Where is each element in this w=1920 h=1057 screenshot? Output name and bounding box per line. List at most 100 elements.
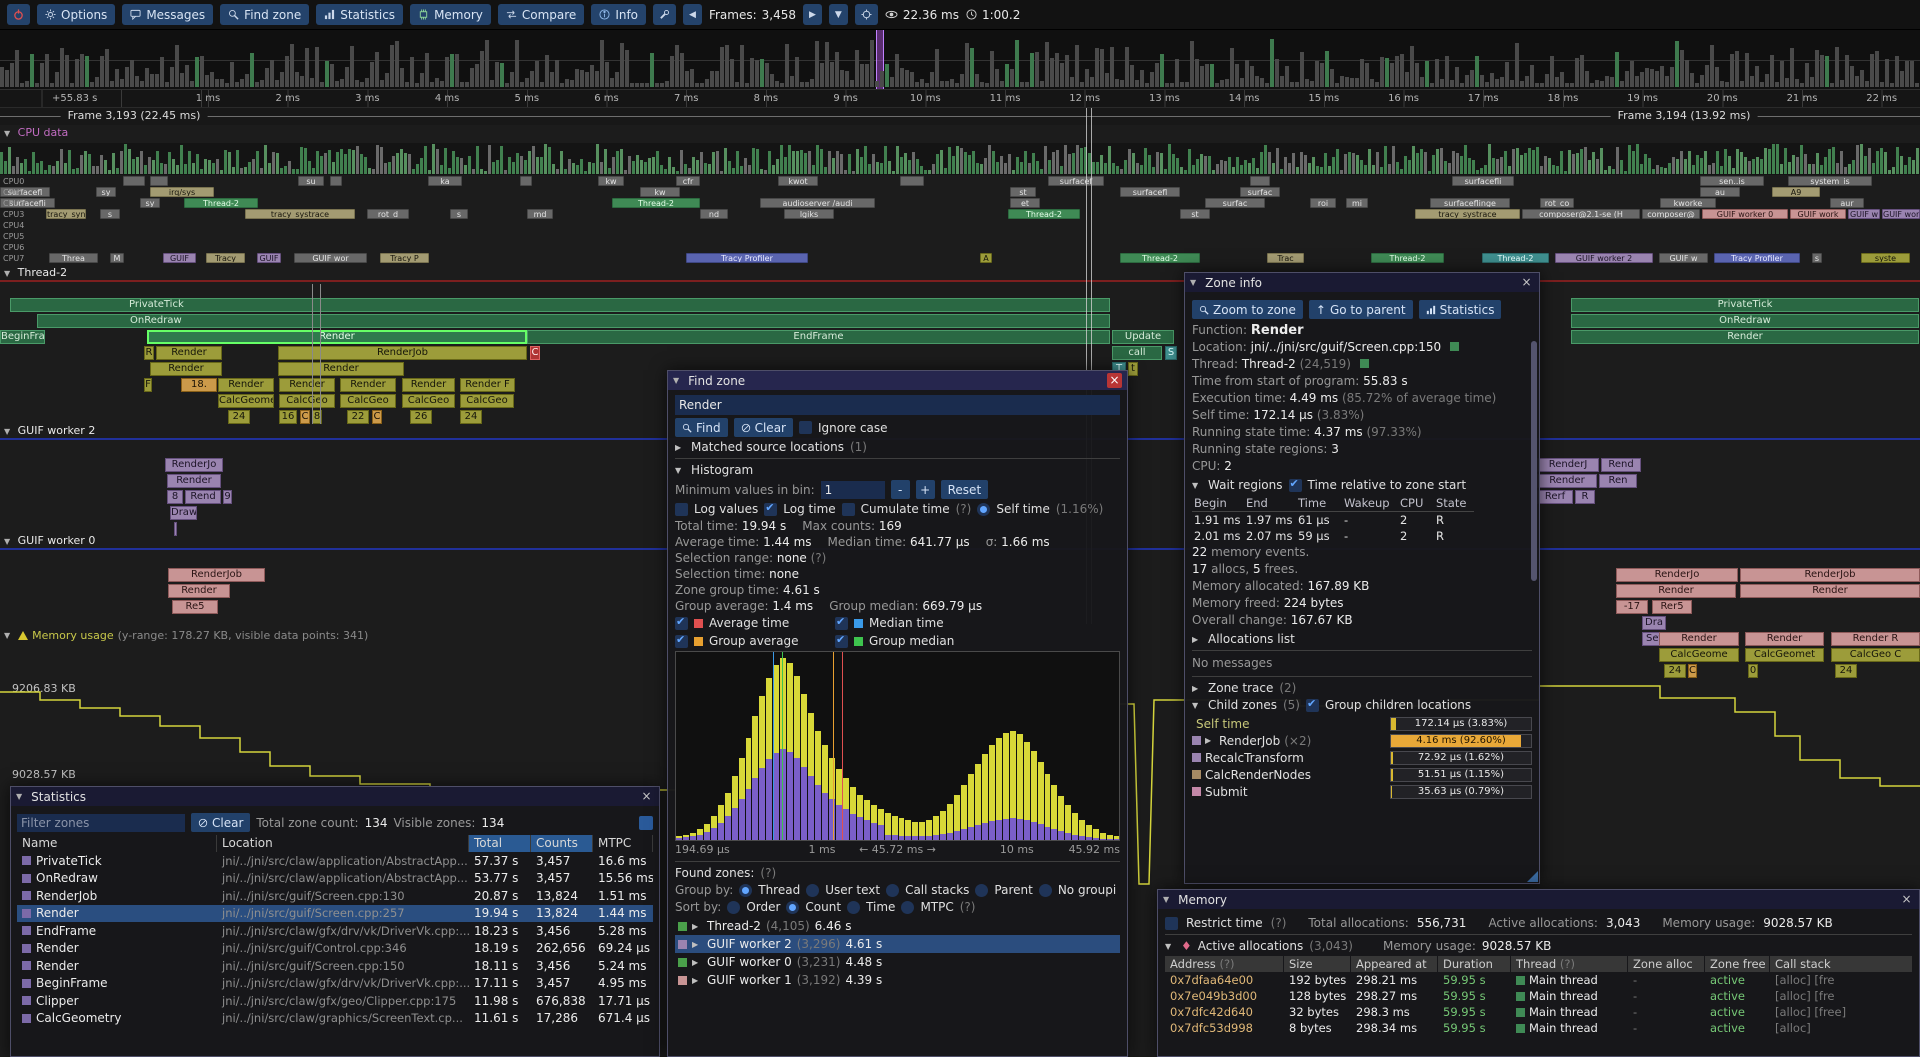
table-row[interactable]: 0x7dfc42d64032 bytes298.3 ms59.95 sMain … bbox=[1165, 1004, 1912, 1020]
zone[interactable]: C bbox=[1688, 664, 1697, 678]
sort-by-radio-time[interactable] bbox=[847, 901, 860, 914]
zone-statistics-button[interactable]: Statistics bbox=[1419, 300, 1502, 319]
frame-dropdown-button[interactable]: ▼ bbox=[829, 4, 848, 25]
zone[interactable]: Rend bbox=[185, 490, 221, 504]
min-bin-decrease-button[interactable]: - bbox=[891, 480, 910, 499]
column-header-name[interactable]: Name bbox=[17, 835, 217, 852]
help-icon[interactable]: (?) bbox=[1560, 957, 1575, 971]
statistics-table-header[interactable]: Name Location Total tim Counts MTPC bbox=[17, 835, 653, 852]
child-zone-row[interactable]: CalcRenderNodes51.51 µs (1.15%) bbox=[1192, 766, 1532, 783]
go-to-parent-button[interactable]: ↑ Go to parent bbox=[1309, 300, 1413, 319]
table-row[interactable]: Clipperjni/../jni/src/claw/gfx/geo/Clipp… bbox=[17, 992, 653, 1010]
table-row[interactable]: BeginFramejni/../jni/src/claw/gfx/drv/vk… bbox=[17, 975, 653, 993]
zone[interactable]: 24 bbox=[1835, 664, 1857, 678]
zone[interactable]: C bbox=[300, 410, 310, 424]
zone[interactable]: Render bbox=[1659, 632, 1739, 646]
zone-info-titlebar[interactable]: ▼ Zone info × bbox=[1185, 273, 1539, 292]
timing-mode-button[interactable] bbox=[639, 816, 653, 830]
zone[interactable]: CalcGeome bbox=[218, 394, 274, 408]
relative-time-checkbox[interactable] bbox=[1289, 479, 1302, 492]
matched-source-locations[interactable]: ▶ Matched source locations (1) bbox=[675, 440, 1120, 454]
zone[interactable]: RenderJob bbox=[278, 346, 527, 360]
zone-group-row[interactable]: ▶GUIF worker 1(3,192)4.39 s bbox=[675, 971, 1120, 989]
scrollbar[interactable] bbox=[1531, 341, 1537, 581]
zone[interactable]: Render bbox=[1740, 584, 1920, 598]
table-row[interactable]: Renderjni/../jni/src/guif/Screen.cpp:257… bbox=[17, 905, 653, 923]
column-header-address[interactable]: Address (?) bbox=[1165, 956, 1283, 972]
zone[interactable]: Render R bbox=[1831, 632, 1920, 646]
column-header-mtpc[interactable]: MTPC bbox=[593, 835, 653, 852]
zone[interactable]: Ren bbox=[1599, 474, 1637, 488]
zone[interactable]: RenderJob bbox=[1740, 568, 1920, 582]
zone-group-row[interactable]: ▶GUIF worker 2(3,296)4.61 s bbox=[675, 935, 1120, 953]
zone[interactable]: CalcGeome bbox=[1659, 648, 1739, 662]
expand-icon[interactable]: ▶ bbox=[1192, 635, 1202, 644]
find-zone-button[interactable]: Find zone bbox=[220, 4, 309, 25]
zone[interactable]: BeginFrame bbox=[0, 330, 45, 344]
zone[interactable]: Render bbox=[1616, 584, 1736, 598]
zone[interactable]: OnRedraw bbox=[37, 314, 1110, 328]
next-frame-button[interactable]: ▶ bbox=[803, 4, 822, 25]
group-by-radio-thread[interactable] bbox=[739, 884, 752, 897]
info-button[interactable]: Info bbox=[591, 4, 646, 25]
zone[interactable]: CalcGeo C bbox=[1831, 648, 1920, 662]
resize-grip[interactable] bbox=[1527, 871, 1538, 882]
zone[interactable]: EndFrame bbox=[527, 330, 1110, 344]
prev-frame-button[interactable]: ◀ bbox=[683, 4, 702, 25]
collapse-icon[interactable]: ▼ bbox=[1192, 481, 1202, 490]
zone[interactable]: 24 bbox=[228, 410, 250, 424]
zone[interactable]: Render bbox=[147, 330, 527, 344]
table-row[interactable]: RenderJobjni/../jni/src/guif/Screen.cpp:… bbox=[17, 887, 653, 905]
zone[interactable]: C bbox=[372, 410, 382, 424]
table-row[interactable]: 0x7e049b3d00128 bytes298.27 ms59.95 sMai… bbox=[1165, 988, 1912, 1004]
zone[interactable]: -17 bbox=[1616, 600, 1648, 614]
child-zone-row[interactable]: Self time172.14 µs (3.83%) bbox=[1192, 715, 1532, 732]
column-header-call-stack[interactable]: Call stack bbox=[1770, 956, 1912, 972]
zone[interactable]: Update bbox=[1112, 330, 1174, 344]
column-header-thread[interactable]: Thread (?) bbox=[1511, 956, 1627, 972]
table-row[interactable]: Renderjni/../jni/src/guif/Control.cpp:34… bbox=[17, 940, 653, 958]
zone[interactable]: Render bbox=[168, 584, 230, 598]
find-zone-search-input[interactable] bbox=[675, 395, 1120, 415]
zone[interactable]: RenderJ bbox=[1537, 458, 1599, 472]
expand-icon[interactable]: ▶ bbox=[675, 443, 685, 452]
sort-by-radio-count[interactable] bbox=[786, 901, 799, 914]
active-allocations-header[interactable]: ▼ ♦ Active allocations (3,043) Memory us… bbox=[1165, 939, 1912, 953]
zone[interactable]: PrivateTick bbox=[10, 298, 1110, 312]
messages-button[interactable]: Messages bbox=[122, 4, 213, 25]
sort-by-radio-order[interactable] bbox=[727, 901, 740, 914]
statistics-titlebar[interactable]: ▼ Statistics × bbox=[11, 787, 659, 806]
expand-icon[interactable]: ▶ bbox=[692, 940, 702, 949]
collapse-icon[interactable]: ▼ bbox=[675, 466, 685, 475]
zone[interactable] bbox=[174, 522, 177, 536]
column-header-counts[interactable]: Counts bbox=[531, 835, 593, 852]
column-header-size[interactable]: Size bbox=[1284, 956, 1350, 972]
zone[interactable]: Render bbox=[278, 362, 404, 376]
zone[interactable]: 24 bbox=[1664, 664, 1686, 678]
zone[interactable]: CalcGeo bbox=[340, 394, 396, 408]
zone[interactable]: Render bbox=[1537, 474, 1597, 488]
column-header-location[interactable]: Location bbox=[217, 835, 469, 852]
zone[interactable]: Dra bbox=[1642, 616, 1666, 630]
group-by-radio-call-stacks[interactable] bbox=[886, 884, 899, 897]
zone-group-row[interactable]: ▶GUIF worker 0(3,231)4.48 s bbox=[675, 953, 1120, 971]
zone[interactable]: 18. bbox=[181, 378, 217, 392]
min-bin-input[interactable] bbox=[821, 481, 885, 499]
zone-group-row[interactable]: ▶Thread-2(4,105)6.46 s bbox=[675, 917, 1120, 935]
column-header-total-time[interactable]: Total tim bbox=[469, 835, 531, 852]
zone[interactable]: RenderJob bbox=[168, 568, 265, 582]
table-row[interactable]: Renderjni/../jni/src/guif/Screen.cpp:150… bbox=[17, 957, 653, 975]
collapse-icon[interactable]: ▼ bbox=[1192, 701, 1202, 710]
sort-by-radio-mtpc[interactable] bbox=[901, 901, 914, 914]
table-row[interactable]: 0x7dfaa64e00192 bytes298.21 ms59.95 sMai… bbox=[1165, 972, 1912, 988]
wait-regions-header[interactable]: ▼ Wait regions Time relative to zone sta… bbox=[1192, 478, 1532, 492]
zone[interactable]: Render bbox=[167, 474, 221, 488]
help-icon[interactable]: (?) bbox=[807, 551, 827, 565]
zone[interactable]: Render bbox=[402, 378, 455, 392]
memory-titlebar[interactable]: ▼ Memory × bbox=[1158, 890, 1919, 909]
collapse-icon[interactable]: ▼ bbox=[1165, 942, 1175, 951]
table-row[interactable]: 0x7dfc53d9988 bytes298.34 ms59.95 sMain … bbox=[1165, 1020, 1912, 1036]
zone[interactable]: Rer5 bbox=[1652, 600, 1692, 614]
clear-button[interactable]: Clear bbox=[734, 418, 793, 437]
statistics-button[interactable]: Statistics bbox=[316, 4, 403, 25]
